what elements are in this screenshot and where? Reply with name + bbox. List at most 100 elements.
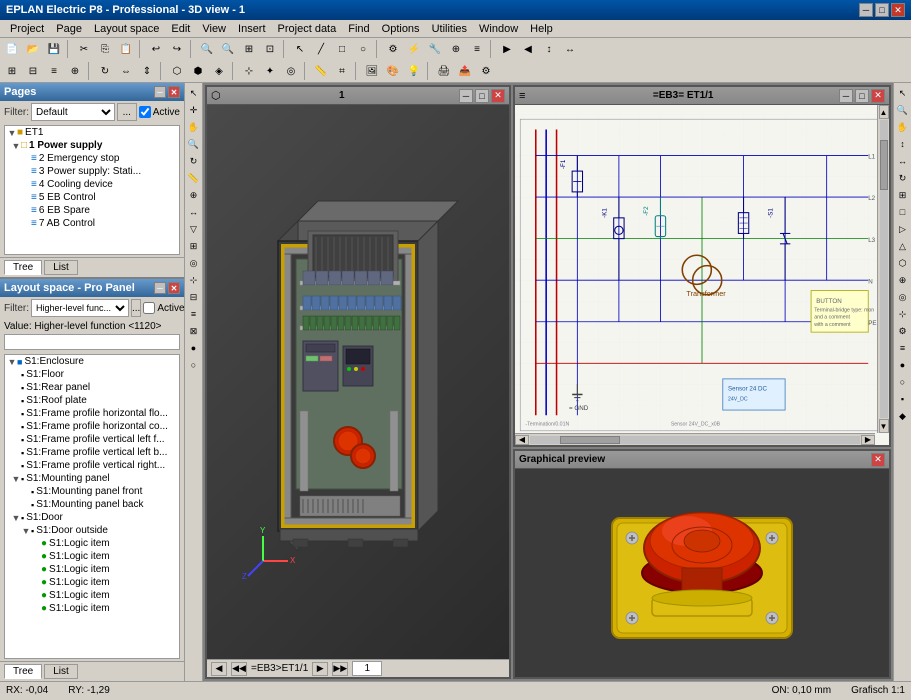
rst-fit[interactable]: ⊞ <box>895 187 911 203</box>
menu-project-data[interactable]: Project data <box>272 22 343 36</box>
layout-item-logic1[interactable]: ● S1:Logic item <box>5 537 179 550</box>
tree-item-ab-control[interactable]: ≡ 7 AB Control <box>5 217 179 230</box>
tb2-3d-view3[interactable]: ◈ <box>209 62 229 80</box>
rst-extra4[interactable]: ▪ <box>895 391 911 407</box>
rst-iso[interactable]: ⬡ <box>895 255 911 271</box>
layout-item-logic6[interactable]: ● S1:Logic item <box>5 602 179 615</box>
menu-page[interactable]: Page <box>50 22 88 36</box>
pages-tab-list[interactable]: List <box>44 260 78 275</box>
layout-value-input[interactable] <box>4 334 180 350</box>
rst-rotate-y[interactable]: ↔ <box>895 153 911 169</box>
tree-item-et1[interactable]: ▼ ■ ET1 <box>5 126 179 139</box>
pages-filter-button[interactable]: ... <box>117 103 137 121</box>
tb-copy[interactable]: ⎘ <box>95 40 115 58</box>
menu-utilities[interactable]: Utilities <box>426 22 473 36</box>
lst-eye[interactable]: ◎ <box>186 255 202 271</box>
enc-toggle[interactable]: ▼ <box>7 357 17 367</box>
rst-top[interactable]: △ <box>895 238 911 254</box>
lst-extra3[interactable]: ⊠ <box>186 323 202 339</box>
pages-active-checkbox[interactable] <box>139 106 151 118</box>
lst-extra4[interactable]: ● <box>186 340 202 356</box>
lst-extra2[interactable]: ≡ <box>186 306 202 322</box>
pages-tab-tree[interactable]: Tree <box>4 260 42 275</box>
rst-extra3[interactable]: ○ <box>895 374 911 390</box>
rst-extra1[interactable]: ≡ <box>895 340 911 356</box>
tb-zoom-all[interactable]: ⊞ <box>239 40 259 58</box>
page-prev-btn[interactable]: ◀ <box>211 662 227 676</box>
tb-part5[interactable]: ≡ <box>467 40 487 58</box>
tb-part1[interactable]: ⚙ <box>383 40 403 58</box>
schematic-minimize[interactable]: ─ <box>839 89 853 103</box>
layout-item-mp-front[interactable]: ▪ S1:Mounting panel front <box>5 485 179 498</box>
view-3d-canvas[interactable]: X Y Z <box>207 105 509 677</box>
door-toggle[interactable]: ▼ <box>11 513 21 523</box>
view-3d-minimize[interactable]: ─ <box>459 89 473 103</box>
tree-item-eb-spare[interactable]: ≡ 6 EB Spare <box>5 204 179 217</box>
layout-item-logic2[interactable]: ● S1:Logic item <box>5 550 179 563</box>
rst-extra5[interactable]: ◆ <box>895 408 911 424</box>
rst-hand[interactable]: ✋ <box>895 119 911 135</box>
rst-render[interactable]: ◎ <box>895 289 911 305</box>
menu-project[interactable]: Project <box>4 22 50 36</box>
schematic-vscroll-thumb[interactable] <box>880 140 888 190</box>
layout-item-mounting-panel[interactable]: ▼ ▪ S1:Mounting panel <box>5 472 179 485</box>
layout-tree[interactable]: ▼ ■ S1:Enclosure ▪ S1:Floor ▪ S1:Rear pa… <box>4 354 180 659</box>
tb-open[interactable]: 📂 <box>23 40 43 58</box>
rst-front[interactable]: □ <box>895 204 911 220</box>
layout-close-btn[interactable]: ✕ <box>168 282 180 294</box>
schematic-close[interactable]: ✕ <box>871 89 885 103</box>
lst-crosshair[interactable]: ✛ <box>186 102 202 118</box>
layout-item-logic3[interactable]: ● S1:Logic item <box>5 563 179 576</box>
tb2-measure[interactable]: 📏 <box>311 62 331 80</box>
menu-view[interactable]: View <box>196 22 232 36</box>
schematic-hscroll[interactable]: ◀ ▶ <box>515 433 875 445</box>
tb2-btn4[interactable]: ⊕ <box>65 62 85 80</box>
tb-circle[interactable]: ○ <box>353 40 373 58</box>
rst-right[interactable]: ▷ <box>895 221 911 237</box>
rst-rotate-z[interactable]: ↻ <box>895 170 911 186</box>
lst-arrow[interactable]: ↖ <box>186 85 202 101</box>
tb2-3d-view1[interactable]: ⬡ <box>167 62 187 80</box>
menu-edit[interactable]: Edit <box>165 22 196 36</box>
layout-item-frame-h-co[interactable]: ▪ S1:Frame profile horizontal co... <box>5 420 179 433</box>
tb-save[interactable]: 💾 <box>44 40 64 58</box>
layout-item-frame-h-flo[interactable]: ▪ S1:Frame profile horizontal flo... <box>5 407 179 420</box>
lst-snap[interactable]: ⊹ <box>186 272 202 288</box>
pages-close-btn[interactable]: ✕ <box>168 86 180 98</box>
page-last-btn[interactable]: ▶▶ <box>332 662 348 676</box>
schematic-hscroll-track[interactable] <box>530 436 860 444</box>
tb-cut[interactable]: ✂ <box>74 40 94 58</box>
tb-new[interactable]: 📄 <box>2 40 22 58</box>
layout-item-rear-panel[interactable]: ▪ S1:Rear panel <box>5 381 179 394</box>
tb-undo[interactable]: ↩ <box>146 40 166 58</box>
tb2-snap1[interactable]: ⊹ <box>239 62 259 80</box>
tree-item-power-station[interactable]: ≡ 3 Power supply: Stati... <box>5 165 179 178</box>
rst-arrow[interactable]: ↖ <box>895 85 911 101</box>
layout-item-mp-back[interactable]: ▪ S1:Mounting panel back <box>5 498 179 511</box>
lst-dims[interactable]: ↔ <box>186 204 202 220</box>
schematic-hscroll-thumb[interactable] <box>560 436 620 444</box>
schematic-canvas[interactable]: Transformer <box>515 105 889 445</box>
lst-filter[interactable]: ▽ <box>186 221 202 237</box>
tree-item-emergency[interactable]: ≡ 2 Emergency stop <box>5 152 179 165</box>
rst-wire[interactable]: ⊹ <box>895 306 911 322</box>
power-supply-toggle[interactable]: ▼ <box>11 141 21 151</box>
schematic-vscroll-track[interactable] <box>880 120 888 418</box>
tb-extra3[interactable]: ↕ <box>539 40 559 58</box>
lst-tree[interactable]: ⊞ <box>186 238 202 254</box>
layout-item-frame-vr-1[interactable]: ▪ S1:Frame profile vertical right... <box>5 459 179 472</box>
tb2-light[interactable]: 💡 <box>404 62 424 80</box>
pages-tree[interactable]: ▼ ■ ET1 ▼ □ 1 Power supply ≡ 2 Emergency… <box>4 125 180 255</box>
minimize-button[interactable]: ─ <box>859 3 873 17</box>
page-num[interactable]: 1 <box>352 661 382 676</box>
tb2-settings[interactable]: ⚙ <box>476 62 496 80</box>
menu-layout-space[interactable]: Layout space <box>88 22 165 36</box>
page-next-btn[interactable]: ▶ <box>312 662 328 676</box>
lst-section[interactable]: ⊕ <box>186 187 202 203</box>
tb-zoom-out[interactable]: 🔍 <box>218 40 238 58</box>
layout-tab-list[interactable]: List <box>44 664 78 679</box>
tb-select[interactable]: ↖ <box>290 40 310 58</box>
preview-close[interactable]: ✕ <box>871 453 885 467</box>
tb-paste[interactable]: 📋 <box>116 40 136 58</box>
tb-rect[interactable]: □ <box>332 40 352 58</box>
